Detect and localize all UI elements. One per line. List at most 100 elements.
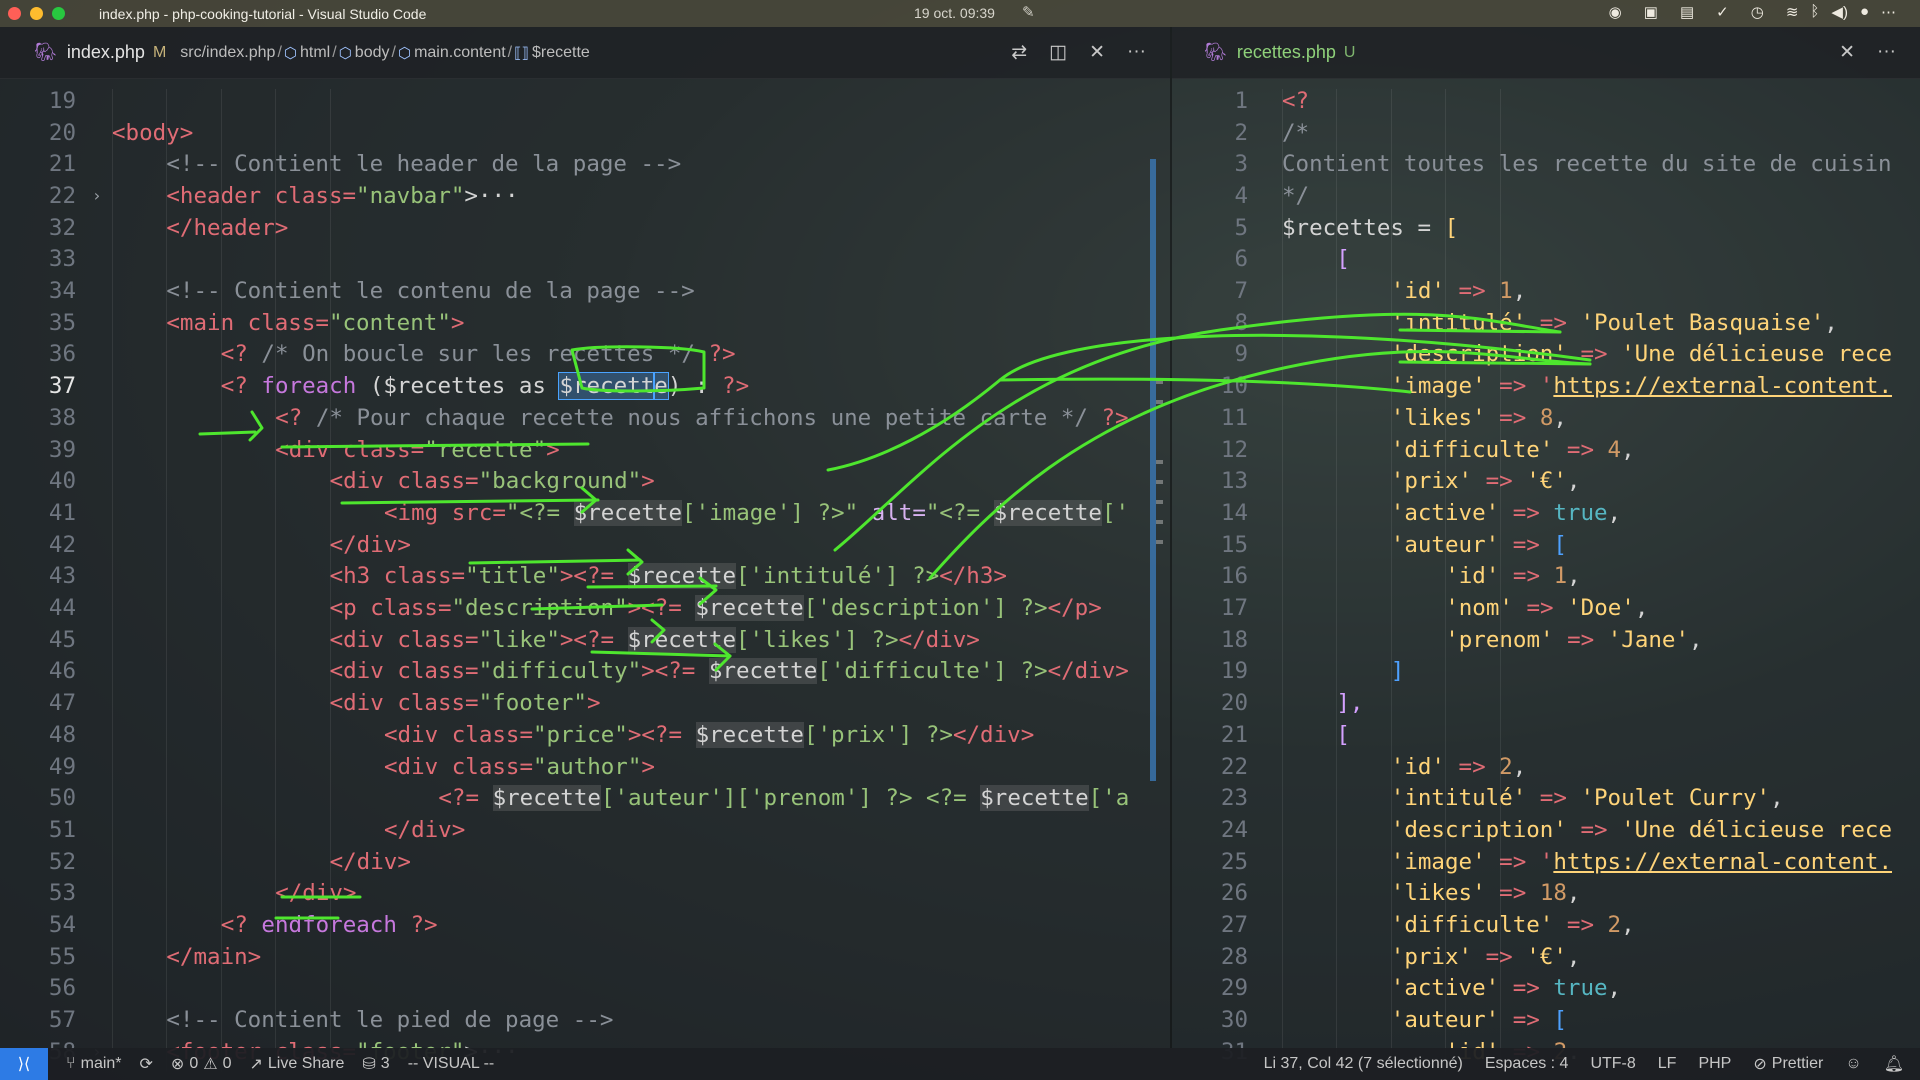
line-number[interactable]: 25 [1172, 849, 1252, 875]
control-center-icon[interactable]: ⋯ [1881, 3, 1896, 21]
right-code-line[interactable]: 11 'likes' => 8, [1172, 402, 1920, 434]
right-code-line[interactable]: 3 Contient toutes les recette du site de … [1172, 148, 1920, 180]
line-number[interactable]: 19 [0, 88, 80, 114]
code-editor-left[interactable]: 19 20 <body> 21 <!-- Contient le header de l… [0, 79, 1170, 1072]
line-number[interactable]: 35 [0, 310, 80, 336]
right-code-line[interactable]: 21 [ [1172, 719, 1920, 751]
line-number[interactable]: 23 [1172, 785, 1252, 811]
live-share-button[interactable]: ↗ Live Share [249, 1054, 344, 1074]
line-number[interactable]: 21 [1172, 722, 1252, 748]
line-number[interactable]: 52 [0, 849, 80, 875]
line-number[interactable]: 38 [0, 405, 80, 431]
right-code-line[interactable]: 20], [1172, 687, 1920, 719]
line-number[interactable]: 26 [1172, 880, 1252, 906]
left-code-line[interactable]: 33 [0, 244, 1170, 276]
right-code-line[interactable]: 14 'active' => true, [1172, 497, 1920, 529]
check-app-icon[interactable]: ✓ [1716, 3, 1729, 21]
tab-recettes-php[interactable]: recettes.php [1237, 42, 1336, 63]
left-code-line[interactable]: 55 </main> [0, 941, 1170, 973]
close-window-button[interactable] [8, 7, 21, 20]
left-code-line[interactable]: 50 <?= $recette['auteur']['prenom'] ?> <?… [0, 782, 1170, 814]
line-number[interactable]: 54 [0, 912, 80, 938]
right-code-line[interactable]: 2 /* [1172, 117, 1920, 149]
right-code-line[interactable]: 9 'description' => 'Une délicieuse rece [1172, 339, 1920, 371]
left-code-line[interactable]: 57 <!-- Contient le pied de page --> [0, 1004, 1170, 1036]
left-code-line[interactable]: 44 <p class="description"><?= $recette['d… [0, 592, 1170, 624]
line-number[interactable]: 2 [1172, 120, 1252, 146]
code-editor-right[interactable]: 1 <? 2 /* 3 Contient toutes les recette du si… [1172, 79, 1920, 1072]
volume-icon[interactable]: ◀) [1831, 3, 1848, 21]
left-code-line[interactable]: 22 › <header class="navbar">··· [0, 180, 1170, 212]
right-code-line[interactable]: 17 'nom' => 'Doe', [1172, 592, 1920, 624]
line-number[interactable]: 48 [0, 722, 80, 748]
wifi-icon[interactable]: ≋ [1786, 3, 1799, 21]
end-of-line[interactable]: LF [1658, 1055, 1677, 1073]
line-number[interactable]: 18 [1172, 627, 1252, 653]
left-code-line[interactable]: 56 [0, 973, 1170, 1005]
tab-index-php[interactable]: index.php [67, 42, 145, 63]
line-number[interactable]: 17 [1172, 595, 1252, 621]
left-code-line[interactable]: 54 <? endforeach ?> [0, 909, 1170, 941]
right-code-line[interactable]: 25 'image' => 'https://external-content. [1172, 846, 1920, 878]
right-code-line[interactable]: 1 <? [1172, 85, 1920, 117]
right-code-line[interactable]: 8 'intitulé' => 'Poulet Basquaise', [1172, 307, 1920, 339]
line-number[interactable]: 3 [1172, 151, 1252, 177]
line-number[interactable]: 56 [0, 975, 80, 1001]
prettier-status[interactable]: ⊘ Prettier [1753, 1054, 1823, 1074]
line-number[interactable]: 55 [0, 944, 80, 970]
branch-status[interactable]: ⑂ main* [66, 1055, 122, 1073]
problems-status[interactable]: ⊗ 0 ⚠ 0 [171, 1054, 232, 1074]
line-number[interactable]: 6 [1172, 246, 1252, 272]
screen-record-icon[interactable]: ◉ [1609, 3, 1622, 21]
right-code-line[interactable]: 24 'description' => 'Une délicieuse rece [1172, 814, 1920, 846]
zoom-window-button[interactable] [52, 7, 65, 20]
microphone-icon[interactable]: ● [1860, 3, 1869, 21]
right-code-line[interactable]: 22 'id' => 2, [1172, 751, 1920, 783]
line-number[interactable]: 7 [1172, 278, 1252, 304]
left-code-line[interactable]: 49 <div class="author"> [0, 751, 1170, 783]
bluetooth-icon[interactable]: ᛒ [1810, 3, 1819, 21]
sync-button[interactable]: ⟳ [140, 1054, 153, 1074]
right-code-line[interactable]: 10 'image' => 'https://external-content. [1172, 370, 1920, 402]
left-code-line[interactable]: 42 </div> [0, 529, 1170, 561]
left-code-line[interactable]: 21 <!-- Contient le header de la page --> [0, 148, 1170, 180]
feedback-icon[interactable]: ☺ [1845, 1055, 1861, 1073]
split-editor-icon[interactable]: ◫ [1049, 41, 1067, 64]
line-number[interactable]: 24 [1172, 817, 1252, 843]
line-number[interactable]: 11 [1172, 405, 1252, 431]
right-code-line[interactable]: 28 'prix' => '€', [1172, 941, 1920, 973]
line-number[interactable]: 27 [1172, 912, 1252, 938]
more-actions-icon[interactable]: ··· [1127, 41, 1146, 64]
line-number[interactable]: 1 [1172, 88, 1252, 114]
line-number[interactable]: 36 [0, 341, 80, 367]
left-code-line[interactable]: 19 [0, 85, 1170, 117]
line-number[interactable]: 39 [0, 437, 80, 463]
left-code-line[interactable]: 39 <div class="recette"> [0, 434, 1170, 466]
indentation[interactable]: Espaces : 4 [1485, 1055, 1569, 1073]
line-number[interactable]: 32 [0, 215, 80, 241]
line-number[interactable]: 19 [1172, 658, 1252, 684]
left-code-line[interactable]: 45 <div class="like"><?= $recette['likes'… [0, 624, 1170, 656]
line-number[interactable]: 16 [1172, 563, 1252, 589]
line-number[interactable]: 47 [0, 690, 80, 716]
line-number[interactable]: 12 [1172, 437, 1252, 463]
line-number[interactable]: 15 [1172, 532, 1252, 558]
left-code-line[interactable]: 32 </header> [0, 212, 1170, 244]
left-code-line[interactable]: 37 <? foreach ($recettes as $recette) : ?… [0, 370, 1170, 402]
time-machine-icon[interactable]: ◷ [1751, 3, 1764, 21]
left-code-line[interactable]: 35 <main class="content"> [0, 307, 1170, 339]
left-code-line[interactable]: 40 <div class="background"> [0, 465, 1170, 497]
database-status[interactable]: ⛁ 3 [362, 1054, 389, 1074]
line-number[interactable]: 5 [1172, 215, 1252, 241]
line-number[interactable]: 53 [0, 880, 80, 906]
line-number[interactable]: 40 [0, 468, 80, 494]
compare-changes-icon[interactable]: ⇄ [1011, 41, 1027, 64]
line-number[interactable]: 22 [1172, 754, 1252, 780]
right-code-line[interactable]: 30 'auteur' => [ [1172, 1004, 1920, 1036]
line-number[interactable]: 30 [1172, 1007, 1252, 1033]
line-number[interactable]: 4 [1172, 183, 1252, 209]
zoom-app-icon[interactable]: ▣ [1644, 3, 1658, 21]
line-number[interactable]: 21 [0, 151, 80, 177]
cursor-position[interactable]: Li 37, Col 42 (7 sélectionné) [1264, 1055, 1463, 1073]
left-code-line[interactable]: 46 <div class="difficulty"><?= $recette['… [0, 656, 1170, 688]
